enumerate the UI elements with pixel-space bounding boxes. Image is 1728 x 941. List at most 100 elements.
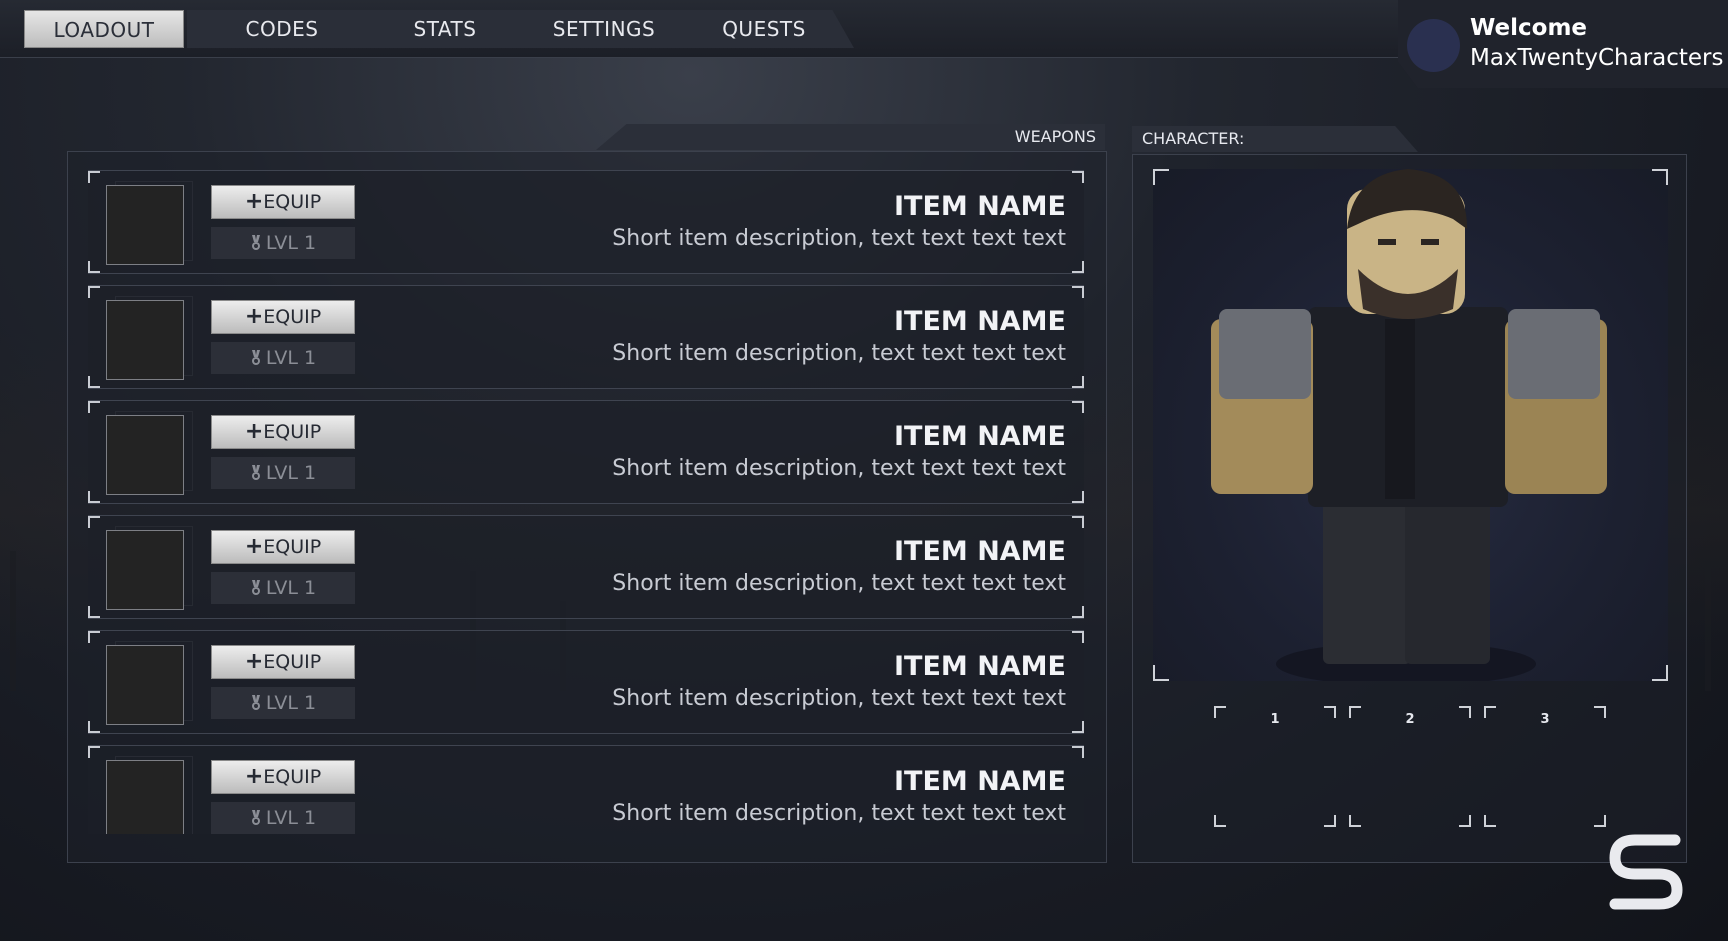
item-description: Short item description, text text text t… <box>612 686 1066 711</box>
item-name: ITEM NAME <box>894 191 1066 222</box>
item-thumbnail[interactable] <box>106 526 193 610</box>
equip-label: EQUIP <box>263 766 322 788</box>
corner-bracket <box>1072 401 1084 413</box>
level-text: LVL 1 <box>265 577 317 599</box>
tab-settings[interactable]: SETTINGS <box>512 10 696 48</box>
character-slot-3[interactable]: 3 <box>1484 706 1606 827</box>
equip-button[interactable]: +EQUIP <box>211 760 355 794</box>
character-slot-1[interactable]: 1 <box>1214 706 1336 827</box>
item-description: Short item description, text text text t… <box>612 456 1066 481</box>
corner-bracket <box>88 401 100 413</box>
medal-icon <box>251 235 260 250</box>
item-thumbnail[interactable] <box>106 411 193 495</box>
weapon-item: +EQUIP LVL 1 ITEM NAME Short item descri… <box>88 630 1084 734</box>
corner-bracket <box>88 376 100 388</box>
corner-bracket <box>1072 721 1084 733</box>
weapon-item: +EQUIP LVL 1 ITEM NAME Short item descri… <box>88 170 1084 274</box>
corner-bracket <box>88 171 100 183</box>
character-viewport[interactable] <box>1153 169 1668 686</box>
item-description: Short item description, text text text t… <box>612 226 1066 251</box>
plus-icon: + <box>244 534 264 559</box>
equip-label: EQUIP <box>263 536 322 558</box>
tab-codes[interactable]: CODES <box>187 10 377 48</box>
corner-bracket <box>1072 286 1084 298</box>
corner-bracket <box>88 746 100 758</box>
slot-number: 1 <box>1270 712 1280 727</box>
corner-bracket <box>1349 815 1361 827</box>
corner-bracket <box>1072 261 1084 273</box>
item-name: ITEM NAME <box>894 766 1066 797</box>
weapon-item: +EQUIP LVL 1 ITEM NAME Short item descri… <box>88 285 1084 389</box>
corner-bracket <box>1652 665 1668 681</box>
medal-icon <box>251 695 260 710</box>
equip-button[interactable]: +EQUIP <box>211 645 355 679</box>
character-avatar <box>1211 169 1607 686</box>
medal-icon <box>251 810 260 825</box>
avatar[interactable] <box>1407 19 1460 72</box>
level-text: LVL 1 <box>265 232 317 254</box>
corner-bracket <box>1652 169 1668 185</box>
equip-button[interactable]: +EQUIP <box>211 415 355 449</box>
item-name: ITEM NAME <box>894 306 1066 337</box>
weapons-header: WEAPONS <box>596 124 1105 150</box>
corner-bracket <box>88 286 100 298</box>
plus-icon: + <box>244 304 264 329</box>
level-badge: LVL 1 <box>211 687 355 719</box>
plus-icon: + <box>244 189 264 214</box>
level-text: LVL 1 <box>265 807 317 829</box>
item-thumbnail[interactable] <box>106 756 193 834</box>
corner-bracket <box>1153 169 1169 185</box>
corner-bracket <box>88 261 100 273</box>
background-tree <box>1705 561 1711 691</box>
plus-icon: + <box>244 649 264 674</box>
item-name: ITEM NAME <box>894 651 1066 682</box>
equip-button[interactable]: +EQUIP <box>211 300 355 334</box>
level-badge: LVL 1 <box>211 342 355 374</box>
plus-icon: + <box>244 764 264 789</box>
corner-bracket <box>1072 516 1084 528</box>
corner-bracket <box>88 606 100 618</box>
item-thumbnail[interactable] <box>106 181 193 265</box>
slot-number: 2 <box>1405 712 1415 727</box>
corner-bracket <box>1072 491 1084 503</box>
username: MaxTwentyCharacters <box>1470 45 1724 71</box>
weapons-list[interactable]: +EQUIP LVL 1 ITEM NAME Short item descri… <box>88 170 1084 834</box>
level-badge: LVL 1 <box>211 572 355 604</box>
equip-label: EQUIP <box>263 306 322 328</box>
corner-bracket <box>1072 746 1084 758</box>
item-thumbnail[interactable] <box>106 296 193 380</box>
item-thumbnail[interactable] <box>106 641 193 725</box>
item-description: Short item description, text text text t… <box>612 571 1066 596</box>
weapon-item: +EQUIP LVL 1 ITEM NAME Short item descri… <box>88 745 1084 834</box>
corner-bracket <box>1484 815 1496 827</box>
medal-icon <box>251 350 260 365</box>
plus-icon: + <box>244 419 264 444</box>
level-text: LVL 1 <box>265 347 317 369</box>
character-header: CHARACTER: <box>1132 126 1418 152</box>
corner-bracket <box>88 631 100 643</box>
level-badge: LVL 1 <box>211 457 355 489</box>
medal-icon <box>251 580 260 595</box>
item-description: Short item description, text text text t… <box>612 341 1066 366</box>
equip-button[interactable]: +EQUIP <box>211 530 355 564</box>
corner-bracket <box>1072 631 1084 643</box>
character-slot-2[interactable]: 2 <box>1349 706 1471 827</box>
level-badge: LVL 1 <box>211 227 355 259</box>
weapon-item: +EQUIP LVL 1 ITEM NAME Short item descri… <box>88 400 1084 504</box>
item-name: ITEM NAME <box>894 421 1066 452</box>
corner-bracket <box>88 516 100 528</box>
medal-icon <box>251 465 260 480</box>
equip-button[interactable]: +EQUIP <box>211 185 355 219</box>
weapon-item: +EQUIP LVL 1 ITEM NAME Short item descri… <box>88 515 1084 619</box>
corner-bracket <box>1072 171 1084 183</box>
corner-bracket <box>1072 606 1084 618</box>
tab-loadout[interactable]: LOADOUT <box>24 10 184 48</box>
level-text: LVL 1 <box>265 462 317 484</box>
corner-bracket <box>1459 815 1471 827</box>
corner-bracket <box>1324 815 1336 827</box>
item-description: Short item description, text text text t… <box>612 801 1066 826</box>
corner-bracket <box>88 491 100 503</box>
level-badge: LVL 1 <box>211 802 355 834</box>
tab-stats[interactable]: STATS <box>350 10 540 48</box>
tab-quests[interactable]: QUESTS <box>674 10 854 48</box>
